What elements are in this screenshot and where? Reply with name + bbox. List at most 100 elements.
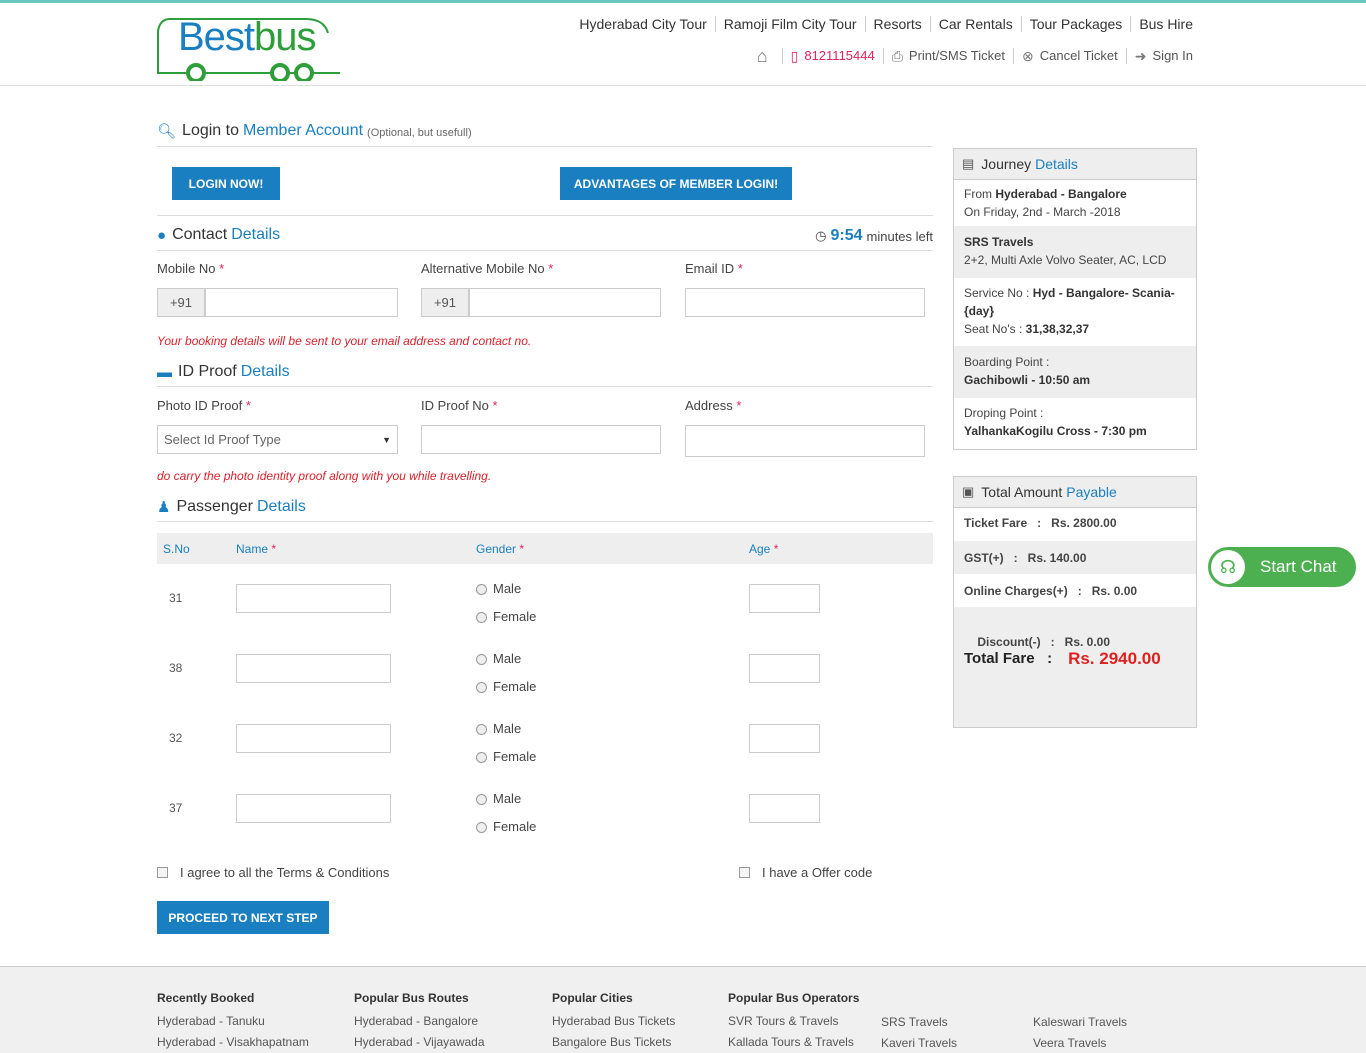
mobile-country-code: +91 [157, 288, 205, 317]
users-icon: ♟ [157, 499, 171, 516]
gender-male-option[interactable]: Male [476, 791, 521, 806]
advantages-of-member-login-button[interactable]: ADVANTAGES OF MEMBER LOGIN! [560, 167, 792, 200]
divider [157, 386, 933, 387]
id-proof-no-label: ID Proof No * [421, 398, 498, 413]
offer-code-checkbox-row[interactable]: I have a Offer code [739, 865, 872, 880]
passenger-row: 32 Male Female [157, 718, 933, 778]
footer-link[interactable]: Kaveri Travels [881, 1036, 957, 1050]
address-input[interactable] [685, 425, 925, 457]
mobile-no-input[interactable] [205, 288, 398, 317]
online-charges-row: Online Charges(+) : Rs. 0.00 [964, 584, 1138, 598]
cancel-ticket-link[interactable]: ⊗ Cancel Ticket [1013, 48, 1126, 64]
offer-code-checkbox[interactable] [739, 867, 750, 878]
proceed-to-next-step-button[interactable]: PROCEED TO NEXT STEP [157, 901, 329, 934]
secondary-navigation: ⌂ ▯ 8121115444 ⎙ Print/SMS Ticket ⊗ Cancel … [749, 47, 1201, 65]
footer-link[interactable]: Kaleswari Travels [1033, 1015, 1127, 1029]
gender-female-option[interactable]: Female [476, 679, 536, 694]
login-now-button[interactable]: LOGIN NOW! [172, 167, 280, 200]
amount-title-payable: Payable [1066, 484, 1117, 500]
total-fare-label: Total Fare : [964, 650, 1053, 667]
dropping-point: YalhankaKogilu Cross - 7:30 pm [964, 424, 1147, 438]
footer-link[interactable]: Bangalore Bus Tickets [552, 1035, 675, 1049]
discount-row: Discount(-) : Rs. 0.00 Total Fare : Rs. … [954, 607, 1196, 727]
print-sms-ticket-link[interactable]: ⎙ Print/SMS Ticket [882, 48, 1013, 64]
phone-link[interactable]: ▯ 8121115444 [781, 48, 883, 64]
amount-panel-header: ▣ Total Amount Payable [954, 477, 1196, 508]
email-id-input[interactable] [685, 288, 925, 317]
passenger-section-title: ♟ Passenger Details [157, 498, 306, 516]
home-link[interactable]: ⌂ [749, 47, 782, 65]
timer-value: 9:54 [830, 227, 863, 244]
col-name: Name * [236, 542, 277, 556]
site-footer: Recently Booked Hyderabad - Tanuku Hyder… [0, 966, 1366, 1053]
footer-link[interactable]: Hyderabad - Visakhapatnam [157, 1035, 309, 1049]
id-card-icon: ▬ [157, 363, 172, 381]
alt-mobile-no-input[interactable] [469, 288, 661, 317]
nav-hyderabad-city-tour[interactable]: Hyderabad City Tour [571, 16, 714, 32]
gender-male-option[interactable]: Male [476, 721, 521, 736]
dropdown-arrow-icon: ▼ [382, 434, 391, 445]
id-proof-no-input[interactable] [421, 425, 661, 454]
journey-details-panel: ▤ Journey Details From Hyderabad - Banga… [953, 148, 1197, 450]
service-label: Service No : [964, 286, 1030, 300]
bestbus-logo[interactable]: Bestbus [156, 13, 344, 81]
terms-checkbox-row[interactable]: I agree to all the Terms & Conditions [157, 865, 389, 880]
dropping-label: Droping Point : [964, 406, 1044, 420]
sign-in-link[interactable]: ➜ Sign In [1125, 48, 1201, 64]
nav-bus-hire[interactable]: Bus Hire [1130, 16, 1201, 32]
service-row: Service No : Hyd - Bangalore- Scania-{da… [954, 278, 1196, 346]
footer-link[interactable]: Veera Travels [1033, 1036, 1127, 1050]
total-amount-panel: ▣ Total Amount Payable Ticket Fare : Rs.… [953, 476, 1197, 728]
passenger-age-input[interactable] [749, 724, 820, 753]
radio-male[interactable] [476, 794, 487, 806]
radio-female[interactable] [476, 612, 487, 624]
passenger-age-input[interactable] [749, 584, 820, 613]
phone-number: 8121115444 [804, 48, 875, 63]
radio-female[interactable] [476, 822, 487, 834]
clock-icon: ◷ [815, 228, 827, 243]
id-proof-type-select[interactable]: Select Id Proof Type ▼ [157, 425, 398, 454]
nav-resorts[interactable]: Resorts [864, 16, 930, 32]
cancel-ticket-label: Cancel Ticket [1039, 48, 1118, 63]
divider [157, 215, 933, 216]
bus-type: 2+2, Multi Axle Volvo Seater, AC, LCD [964, 253, 1167, 267]
passenger-name-input[interactable] [236, 584, 391, 613]
radio-male[interactable] [476, 584, 487, 596]
nav-ramoji-film-city-tour[interactable]: Ramoji Film City Tour [714, 16, 865, 32]
radio-female[interactable] [476, 682, 487, 694]
col-age: Age * [749, 542, 779, 556]
gender-female-option[interactable]: Female [476, 749, 536, 764]
gender-female-option[interactable]: Female [476, 609, 536, 624]
footer-link[interactable]: Kallada Tours & Travels [728, 1035, 859, 1049]
passenger-name-input[interactable] [236, 724, 391, 753]
sign-in-label: Sign In [1152, 48, 1193, 63]
footer-link[interactable]: Hyderabad - Vijayawada [354, 1035, 485, 1049]
footer-link[interactable]: SVR Tours & Travels [728, 1014, 859, 1028]
total-fare-value: Rs. 2940.00 [1068, 649, 1161, 668]
passenger-age-input[interactable] [749, 794, 820, 823]
dropping-row: Droping Point : YalhankaKogilu Cross - 7… [954, 398, 1196, 449]
nav-tour-packages[interactable]: Tour Packages [1020, 16, 1131, 32]
document-icon: ▤ [962, 156, 975, 171]
terms-checkbox[interactable] [157, 867, 168, 878]
passenger-name-input[interactable] [236, 794, 391, 823]
footer-popular-routes: Popular Bus Routes Hyderabad - Bangalore… [354, 991, 485, 1053]
footer-link[interactable]: SRS Travels [881, 1015, 957, 1029]
footer-link[interactable]: Hyderabad Bus Tickets [552, 1014, 675, 1028]
gender-male-option[interactable]: Male [476, 651, 521, 666]
radio-female[interactable] [476, 752, 487, 764]
footer-link[interactable]: Hyderabad - Bangalore [354, 1014, 485, 1028]
top-navigation: Hyderabad City Tour Ramoji Film City Tou… [571, 16, 1201, 32]
boarding-point: Gachibowli - 10:50 am [964, 373, 1091, 387]
passenger-age-input[interactable] [749, 654, 820, 683]
start-chat-button[interactable]: ☊ Start Chat [1208, 547, 1356, 587]
footer-link[interactable]: Hyderabad - Tanuku [157, 1014, 309, 1028]
footer-recently-booked: Recently Booked Hyderabad - Tanuku Hyder… [157, 991, 309, 1053]
radio-male[interactable] [476, 654, 487, 666]
gender-female-option[interactable]: Female [476, 819, 536, 834]
gender-male-option[interactable]: Male [476, 581, 521, 596]
passenger-name-input[interactable] [236, 654, 391, 683]
radio-male[interactable] [476, 724, 487, 736]
ticket-fare-row: Ticket Fare : Rs. 2800.00 [964, 516, 1117, 530]
nav-car-rentals[interactable]: Car Rentals [929, 16, 1021, 32]
